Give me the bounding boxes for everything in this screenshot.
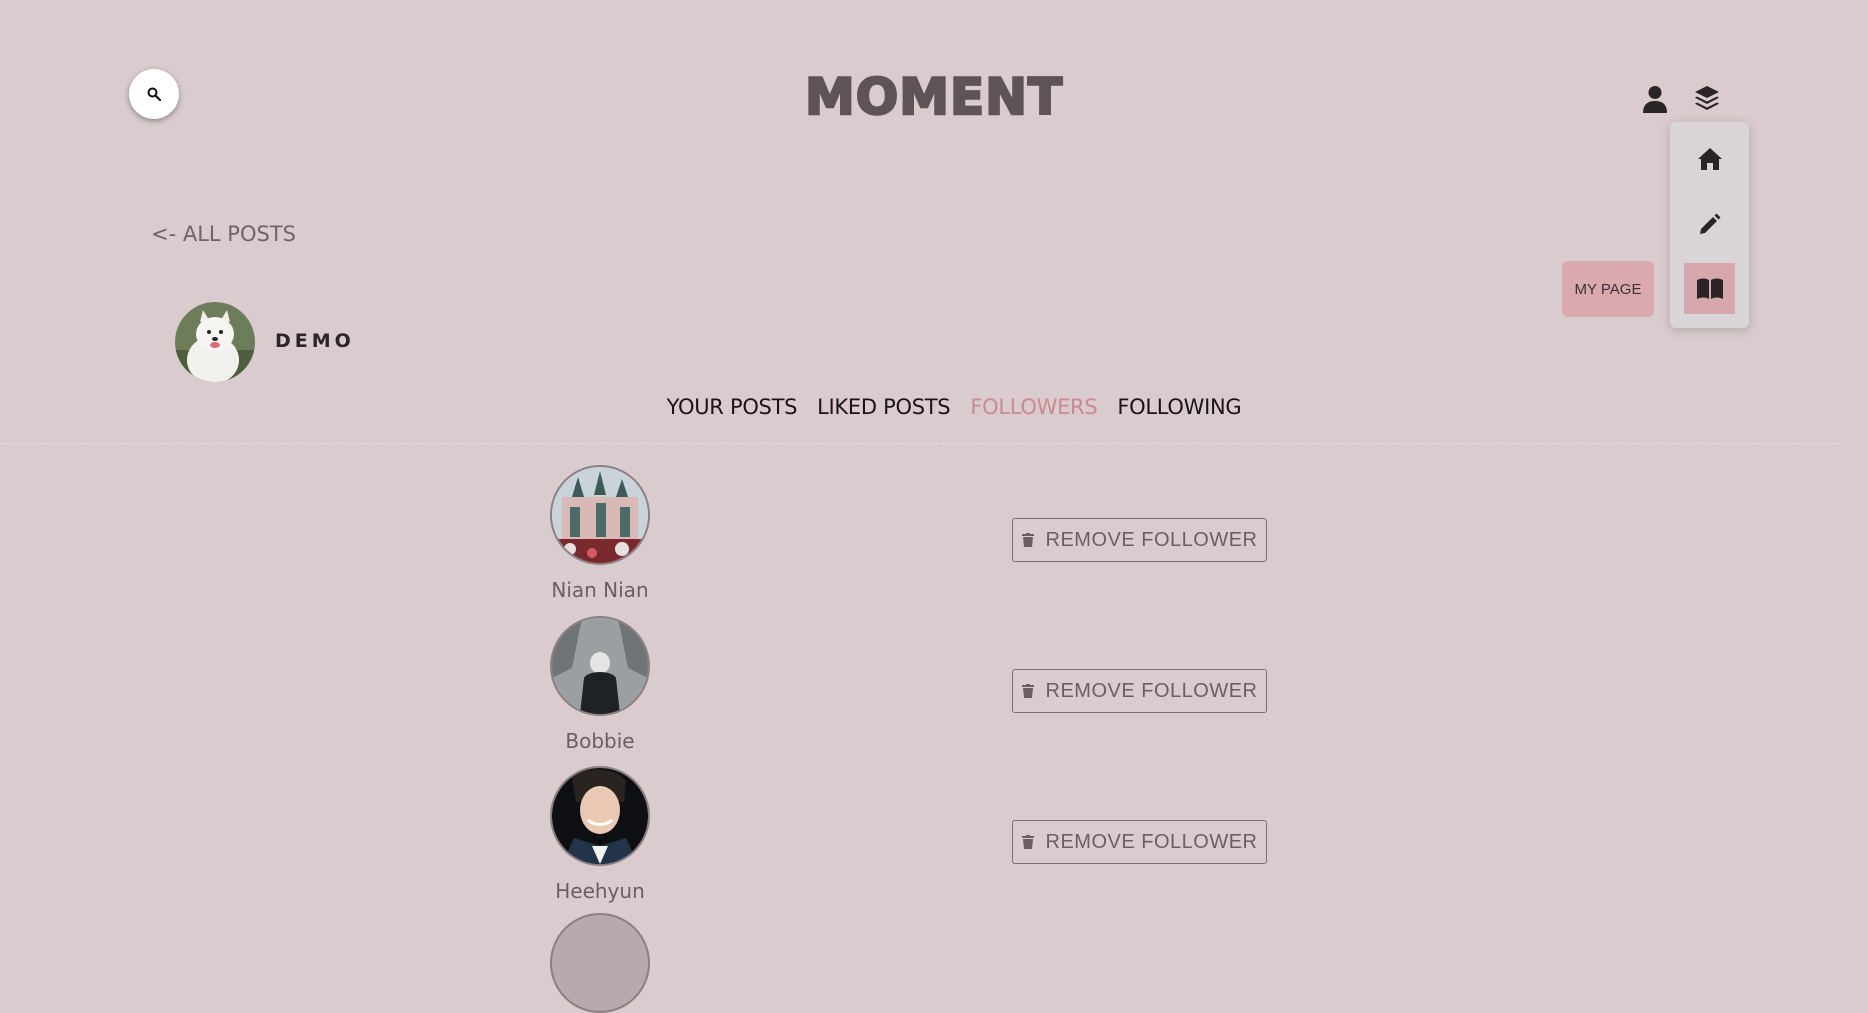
logo-text: MOMENT (804, 67, 1064, 128)
pencil-icon (1699, 213, 1720, 234)
follower-avatar[interactable] (550, 616, 650, 716)
follower-avatar[interactable] (550, 766, 650, 866)
remove-follower-label: REMOVE FOLLOWER (1045, 679, 1258, 702)
menu-item-my-page[interactable] (1684, 263, 1735, 314)
layers-icon[interactable] (1694, 85, 1720, 111)
follower-name: Bobbie (565, 729, 635, 753)
follower-avatar[interactable] (550, 465, 650, 565)
profile-avatar (175, 302, 255, 382)
follower-name: Heehyun (555, 879, 645, 903)
menu-item-write[interactable] (1684, 198, 1735, 249)
trash-icon (1021, 684, 1034, 698)
trash-icon (1021, 533, 1034, 547)
nav-dropdown-menu (1670, 122, 1749, 328)
profile-name: DEMO (275, 330, 355, 352)
remove-follower-button[interactable]: REMOVE FOLLOWER (1012, 669, 1267, 713)
remove-follower-label: REMOVE FOLLOWER (1045, 528, 1258, 551)
book-icon (1696, 278, 1723, 299)
profile-tabs: YOUR POSTS LIKED POSTS FOLLOWERS FOLLOWI… (0, 395, 1868, 419)
trash-icon (1021, 835, 1034, 849)
user-icon[interactable] (1642, 85, 1668, 113)
home-icon (1697, 147, 1722, 170)
tab-followers[interactable]: FOLLOWERS (970, 395, 1097, 419)
tab-liked-posts[interactable]: LIKED POSTS (817, 395, 950, 419)
menu-item-home[interactable] (1684, 133, 1735, 184)
remove-follower-button[interactable]: REMOVE FOLLOWER (1012, 518, 1267, 562)
remove-follower-label: REMOVE FOLLOWER (1045, 830, 1258, 853)
tooltip-label: MY PAGE (1574, 280, 1642, 298)
app-logo[interactable]: MOMENT (0, 67, 1868, 128)
tab-your-posts[interactable]: YOUR POSTS (667, 395, 798, 419)
divider (0, 443, 1840, 444)
tab-following[interactable]: FOLLOWING (1117, 395, 1241, 419)
follower-name: Nian Nian (551, 578, 649, 602)
my-page-tooltip: MY PAGE (1562, 261, 1654, 317)
all-posts-link[interactable]: <- ALL POSTS (151, 222, 296, 246)
follower-avatar[interactable] (550, 913, 650, 1013)
remove-follower-button[interactable]: REMOVE FOLLOWER (1012, 820, 1267, 864)
